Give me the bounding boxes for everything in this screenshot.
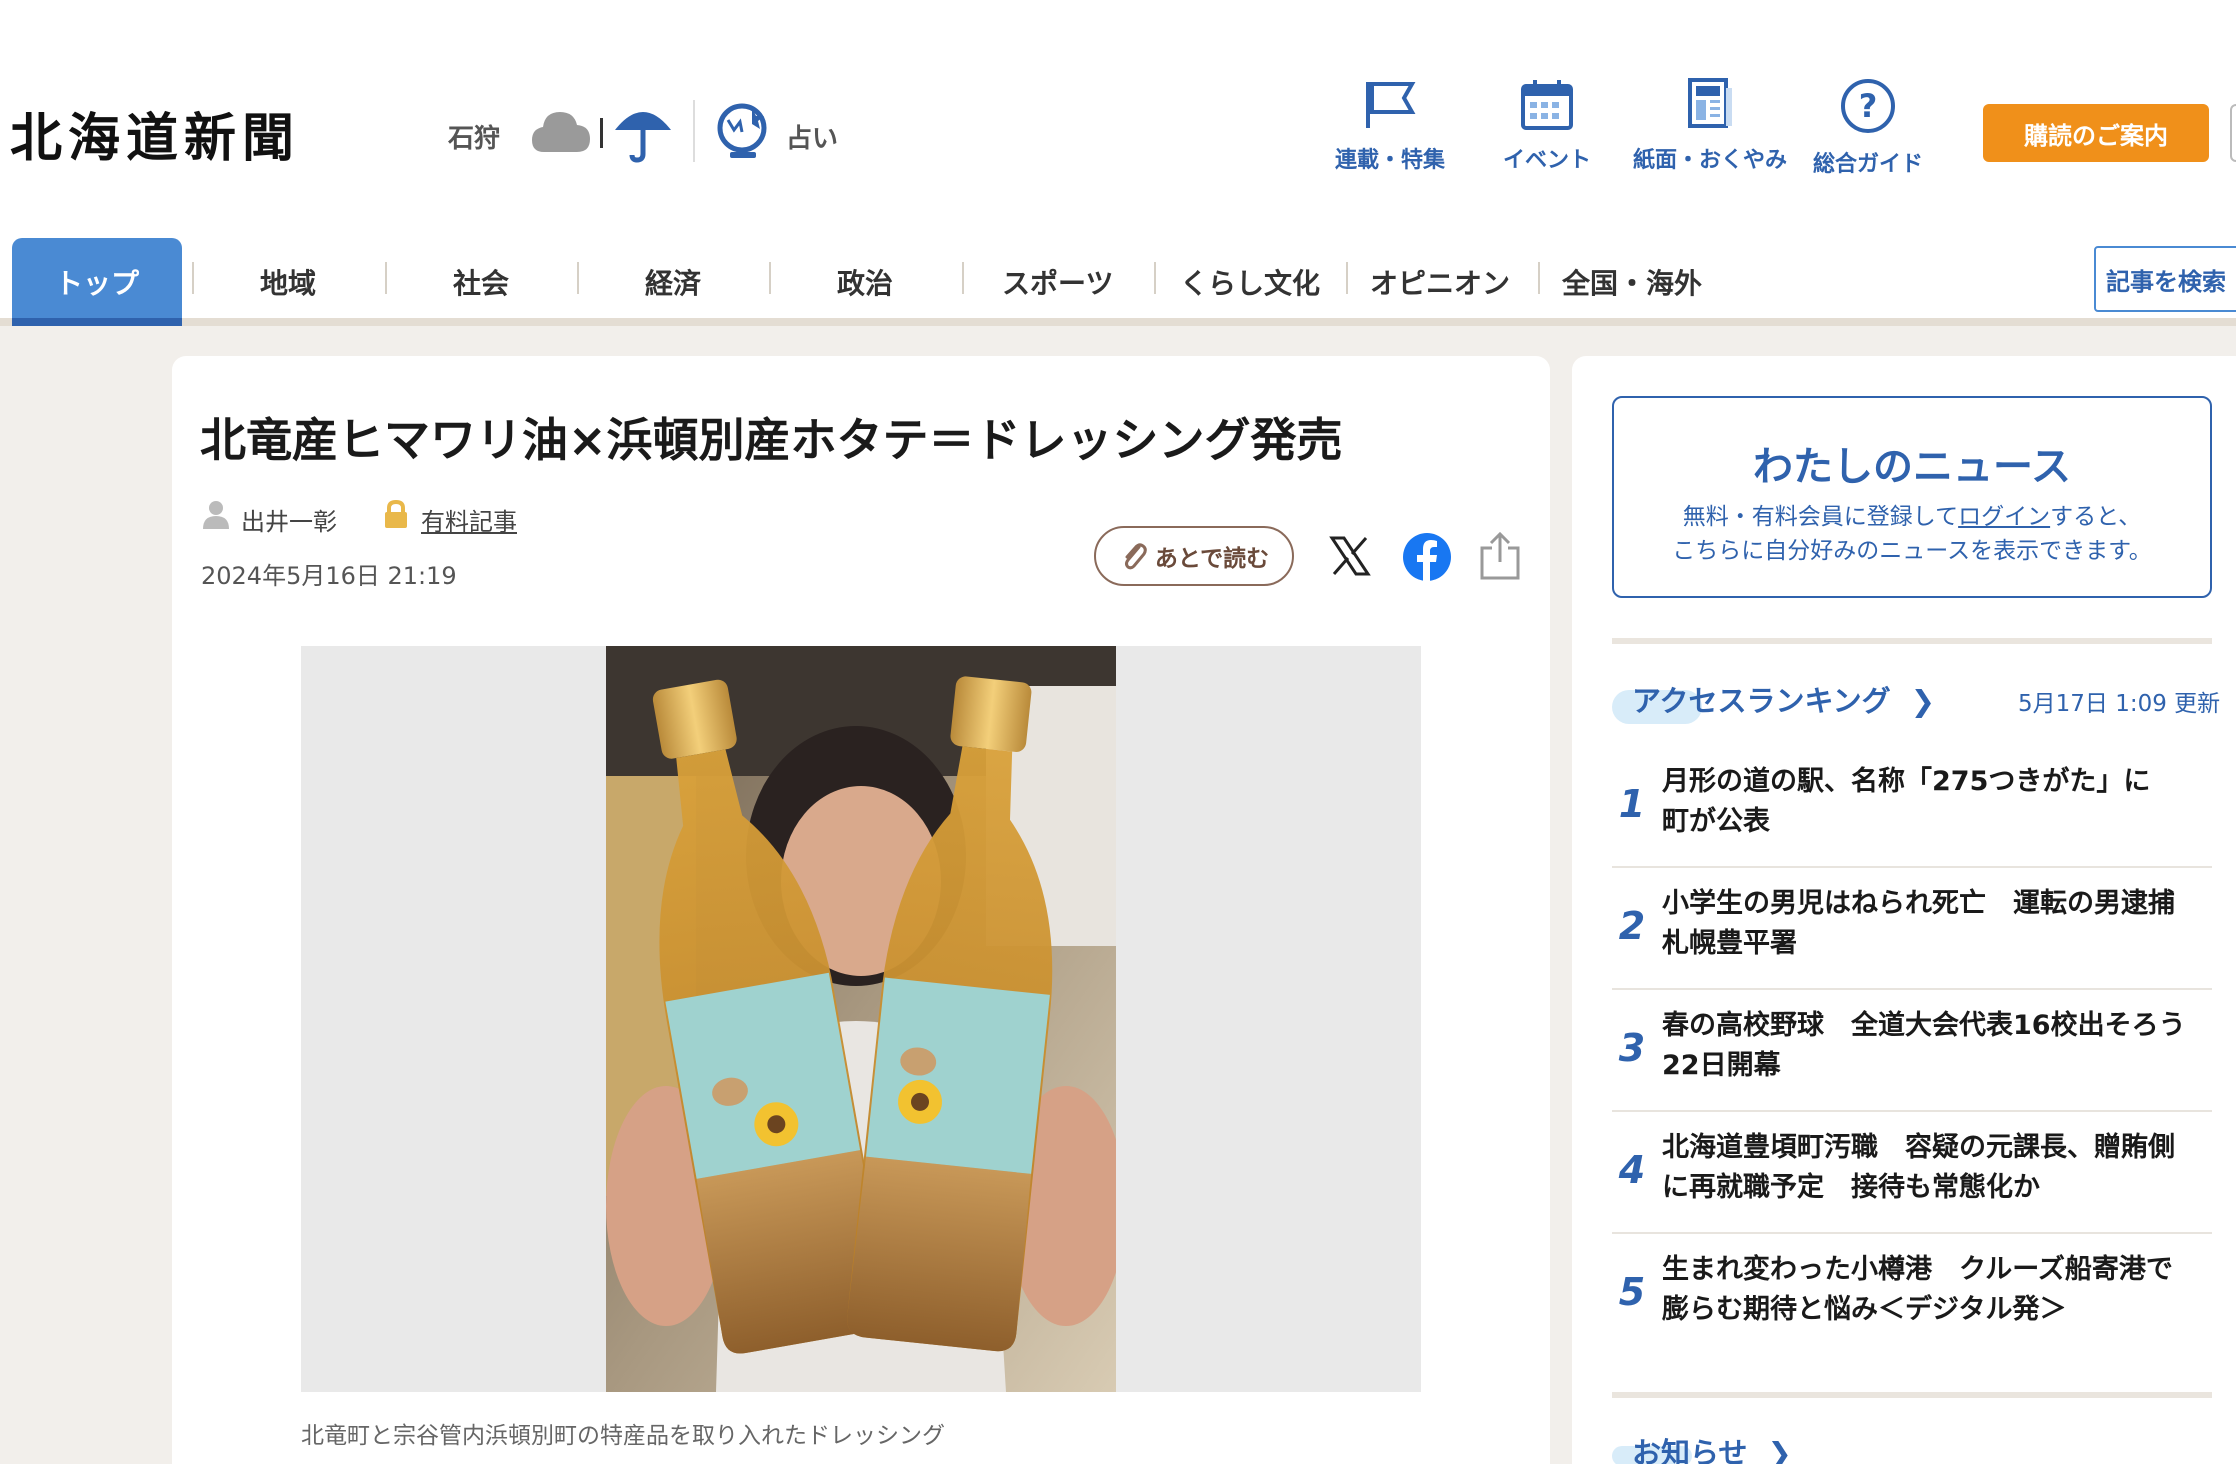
weather-region[interactable]: 石狩 [448, 118, 500, 155]
ranking-number: 3 [1618, 1026, 1646, 1070]
lock-icon [381, 499, 411, 533]
svg-text:?: ? [1859, 87, 1878, 125]
article-search-button[interactable]: 記事を検索 [2094, 246, 2236, 312]
main-nav-underline [0, 318, 2236, 326]
nav-tab-top[interactable]: トップ [12, 238, 182, 326]
my-news-text-c: こちらに自分好みのニュースを表示できます。 [1672, 538, 2152, 564]
photo-caption: 北竜町と宗谷管内浜頓別町の特産品を取り入れたドレッシング [301, 1423, 945, 1449]
read-later-label: あとで読む [1154, 546, 1270, 572]
header-extra-button[interactable] [2230, 104, 2236, 162]
cloud-icon[interactable] [530, 104, 592, 160]
person-icon [201, 499, 231, 533]
nav-paper[interactable]: 紙面・おくやみ [1633, 78, 1787, 174]
facebook-share-icon[interactable] [1402, 532, 1452, 586]
notice-title: お知らせ [1632, 1436, 1748, 1464]
nav-tab-economy[interactable]: 経済 [645, 262, 701, 302]
ranking-title-link[interactable]: アクセスランキング ❯ [1632, 678, 1935, 720]
calendar-icon [1521, 80, 1573, 130]
ranking-updated-time: 5月17日 1:09 更新 [2018, 691, 2221, 717]
paperclip-icon [1124, 543, 1147, 570]
ranking-item[interactable]: 1 月形の道の駅、名称「275つきがた」に 町が公表 [1612, 746, 2212, 868]
newspaper-icon [1688, 78, 1732, 128]
weather-divider [600, 118, 603, 148]
my-news-description: 無料・有料会員に登録してログインすると、 こちらに自分好みのニュースを表示できま… [1614, 500, 2210, 568]
article-date: 2024年5月16日 21:19 [201, 562, 457, 590]
nav-separator [1538, 262, 1540, 294]
ranking-item[interactable]: 4 北海道豊頃町汚職 容疑の元課長、贈賄側 に再就職予定 接待も常態化か [1612, 1112, 2212, 1234]
ranking-number: 2 [1618, 904, 1646, 948]
read-later-button[interactable]: あとで読む [1094, 526, 1294, 586]
nav-tab-opinion[interactable]: オピニオン [1370, 262, 1510, 302]
ranking-headline: 生まれ変わった小樽港 クルーズ船寄港で 膨らむ期待と悩み＜デジタル発＞ [1662, 1254, 2173, 1325]
nav-tab-life-culture[interactable]: くらし文化 [1180, 262, 1320, 302]
sidebar-divider [1612, 638, 2212, 644]
subscribe-button[interactable]: 購読のご案内 [1983, 104, 2209, 162]
nav-tab-society[interactable]: 社会 [453, 262, 509, 302]
header-divider [693, 100, 695, 162]
login-link[interactable]: ログイン [1958, 504, 2050, 530]
nav-tab-sports[interactable]: スポーツ [1002, 262, 1113, 302]
nav-paper-label: 紙面・おくやみ [1633, 148, 1788, 173]
nav-tab-national-world[interactable]: 全国・海外 [1562, 262, 1702, 302]
ranking-headline: 春の高校野球 全道大会代表16校出そろう 22日開幕 [1662, 1010, 2186, 1081]
sidebar-divider [1612, 1392, 2212, 1398]
nav-separator [1346, 262, 1348, 294]
nav-guide[interactable]: ? 総合ガイド [1813, 78, 1923, 178]
ranking-item[interactable]: 3 春の高校野球 全道大会代表16校出そろう 22日開幕 [1612, 990, 2212, 1112]
fortune-label[interactable]: 占い [786, 118, 838, 155]
nav-tab-politics[interactable]: 政治 [837, 262, 893, 302]
flag-icon [1366, 82, 1416, 128]
main-nav [0, 236, 2236, 326]
my-news-text-a: 無料・有料会員に登録して [1682, 504, 1959, 530]
chevron-right-icon: ❯ [1767, 1436, 1792, 1464]
notice-title-link[interactable]: お知らせ ❯ [1632, 1430, 1792, 1464]
nav-guide-label: 総合ガイド [1813, 152, 1924, 177]
share-icon[interactable] [1478, 530, 1522, 586]
nav-separator [962, 262, 964, 294]
ranking-number: 1 [1618, 782, 1646, 826]
article-author[interactable]: 出井一彰 [241, 502, 337, 537]
my-news-box: わたしのニュース 無料・有料会員に登録してログインすると、 こちらに自分好みのニ… [1612, 396, 2212, 598]
nav-separator [192, 262, 194, 294]
dressing-bottles-photo [606, 646, 1116, 1392]
ranking-headline: 月形の道の駅、名称「275つきがた」に 町が公表 [1662, 766, 2151, 837]
ranking-title: アクセスランキング [1632, 684, 1891, 718]
ranking-headline: 北海道豊頃町汚職 容疑の元課長、贈賄側 に再就職予定 接待も常態化か [1662, 1132, 2175, 1203]
ranking-headline: 小学生の男児はねられ死亡 運転の男逮捕 札幌豊平署 [1662, 888, 2175, 959]
x-share-icon[interactable] [1328, 534, 1372, 582]
ranking-item[interactable]: 2 小学生の男児はねられ死亡 運転の男逮捕 札幌豊平署 [1612, 868, 2212, 990]
nav-separator [385, 262, 387, 294]
nav-events-label: イベント [1503, 148, 1592, 173]
nav-series-label: 連載・特集 [1335, 148, 1446, 173]
article-headline: 北竜産ヒマワリ油×浜頓別産ホタテ＝ドレッシング発売 [200, 413, 1343, 467]
nav-tab-top-indicator [12, 318, 182, 326]
paid-article-label[interactable]: 有料記事 [421, 502, 517, 537]
umbrella-icon[interactable] [612, 100, 674, 168]
nav-series[interactable]: 連載・特集 [1335, 78, 1445, 174]
site-logo[interactable]: 北海道新聞 [10, 96, 300, 171]
fortune-globe-icon[interactable] [714, 100, 774, 166]
chevron-right-icon: ❯ [1910, 684, 1936, 718]
help-icon: ? [1841, 79, 1895, 133]
nav-separator [577, 262, 579, 294]
nav-separator [769, 262, 771, 294]
ranking-number: 4 [1618, 1148, 1646, 1192]
my-news-text-b: すると、 [2050, 504, 2142, 530]
ranking-item[interactable]: 5 生まれ変わった小樽港 クルーズ船寄港で 膨らむ期待と悩み＜デジタル発＞ [1612, 1234, 2212, 1356]
nav-separator [1154, 262, 1156, 294]
nav-events[interactable]: イベント [1503, 78, 1591, 174]
my-news-title: わたしのニュース [1753, 444, 2071, 490]
nav-tab-region[interactable]: 地域 [260, 262, 316, 302]
ranking-number: 5 [1618, 1270, 1646, 1314]
